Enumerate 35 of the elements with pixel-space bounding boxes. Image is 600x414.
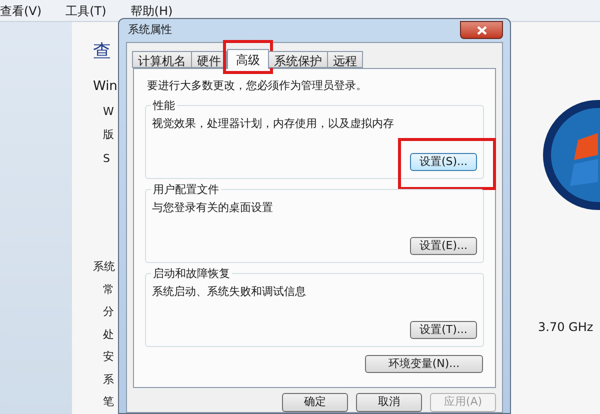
settings-button[interactable]: 设置(S)... <box>410 152 477 170</box>
flag-logo-icon <box>540 100 600 210</box>
menu-item[interactable]: 工具(T) <box>66 2 106 20</box>
tab[interactable]: 硬件 <box>191 51 227 68</box>
tab[interactable]: 远程 <box>327 51 363 68</box>
label-text: 安 <box>103 349 114 365</box>
tab[interactable]: 高级 <box>227 49 269 69</box>
label-text: 常 <box>103 282 114 298</box>
tab[interactable]: 系统保护 <box>268 51 328 68</box>
group-description: 视觉效果，处理器计划，内存使用，以及虚拟内存 <box>152 116 395 132</box>
admin-note: 要进行大多数更改，您必须作为管理员登录。 <box>146 78 368 94</box>
close-button[interactable] <box>460 21 503 39</box>
settings-button[interactable]: 设置(T)... <box>410 320 477 338</box>
window-title: 系统属性 <box>127 22 172 38</box>
label-text: 处 <box>103 326 114 342</box>
settings-button[interactable]: 设置(E)... <box>410 236 477 254</box>
menu-item[interactable]: 帮助(H) <box>130 2 173 20</box>
section-label: Win <box>93 78 118 96</box>
section-label: 系统 <box>93 259 115 275</box>
dialog-button[interactable]: 取消 <box>356 393 422 412</box>
menu-item[interactable]: 查看(V) <box>0 2 42 20</box>
label-text: S <box>103 150 110 166</box>
label-text: 笔 <box>103 394 114 410</box>
label-text: 系 <box>103 372 114 388</box>
label-text: 分 <box>103 304 114 320</box>
label-text: W <box>103 104 114 120</box>
close-icon <box>476 26 486 34</box>
group-description: 与您登录有关的桌面设置 <box>152 200 274 216</box>
group-description: 系统启动、系统失败和调试信息 <box>152 284 307 300</box>
processor-speed: 3.70 GHz <box>538 319 594 336</box>
environment-variables-button[interactable]: 环境变量(N)... <box>365 354 483 372</box>
label-text: 版 <box>103 127 114 143</box>
dialog-button[interactable]: 确定 <box>282 393 348 412</box>
page-heading: 查 <box>93 40 111 64</box>
tab[interactable]: 计算机名 <box>132 51 192 68</box>
